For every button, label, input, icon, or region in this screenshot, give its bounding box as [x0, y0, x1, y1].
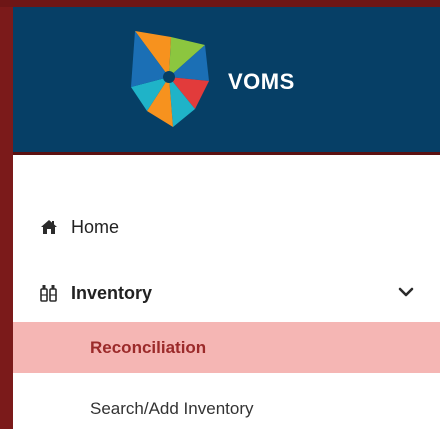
- chevron-down-icon[interactable]: [397, 283, 415, 301]
- brand-name: VOMS: [228, 69, 295, 94]
- app-frame: VOMS Home Inventory Reconciliation Searc…: [13, 7, 440, 429]
- sidebar-nav: Home Inventory Reconciliation Search/Add…: [13, 155, 440, 429]
- sidebar-item-home[interactable]: Home: [13, 209, 440, 245]
- sidebar-subitem-reconciliation[interactable]: Reconciliation: [13, 322, 440, 373]
- sidebar-item-label: Home: [71, 216, 120, 237]
- bottles-icon: [39, 283, 59, 303]
- sidebar-subitem-search-add-inventory[interactable]: Search/Add Inventory: [13, 391, 440, 427]
- home-icon: [39, 217, 59, 237]
- sidebar-item-label: Inventory: [71, 282, 153, 303]
- app-header: VOMS: [13, 7, 440, 155]
- window-top-border: [0, 0, 440, 7]
- voms-logo-icon: [131, 31, 209, 127]
- sidebar-item-inventory[interactable]: Inventory: [13, 275, 440, 311]
